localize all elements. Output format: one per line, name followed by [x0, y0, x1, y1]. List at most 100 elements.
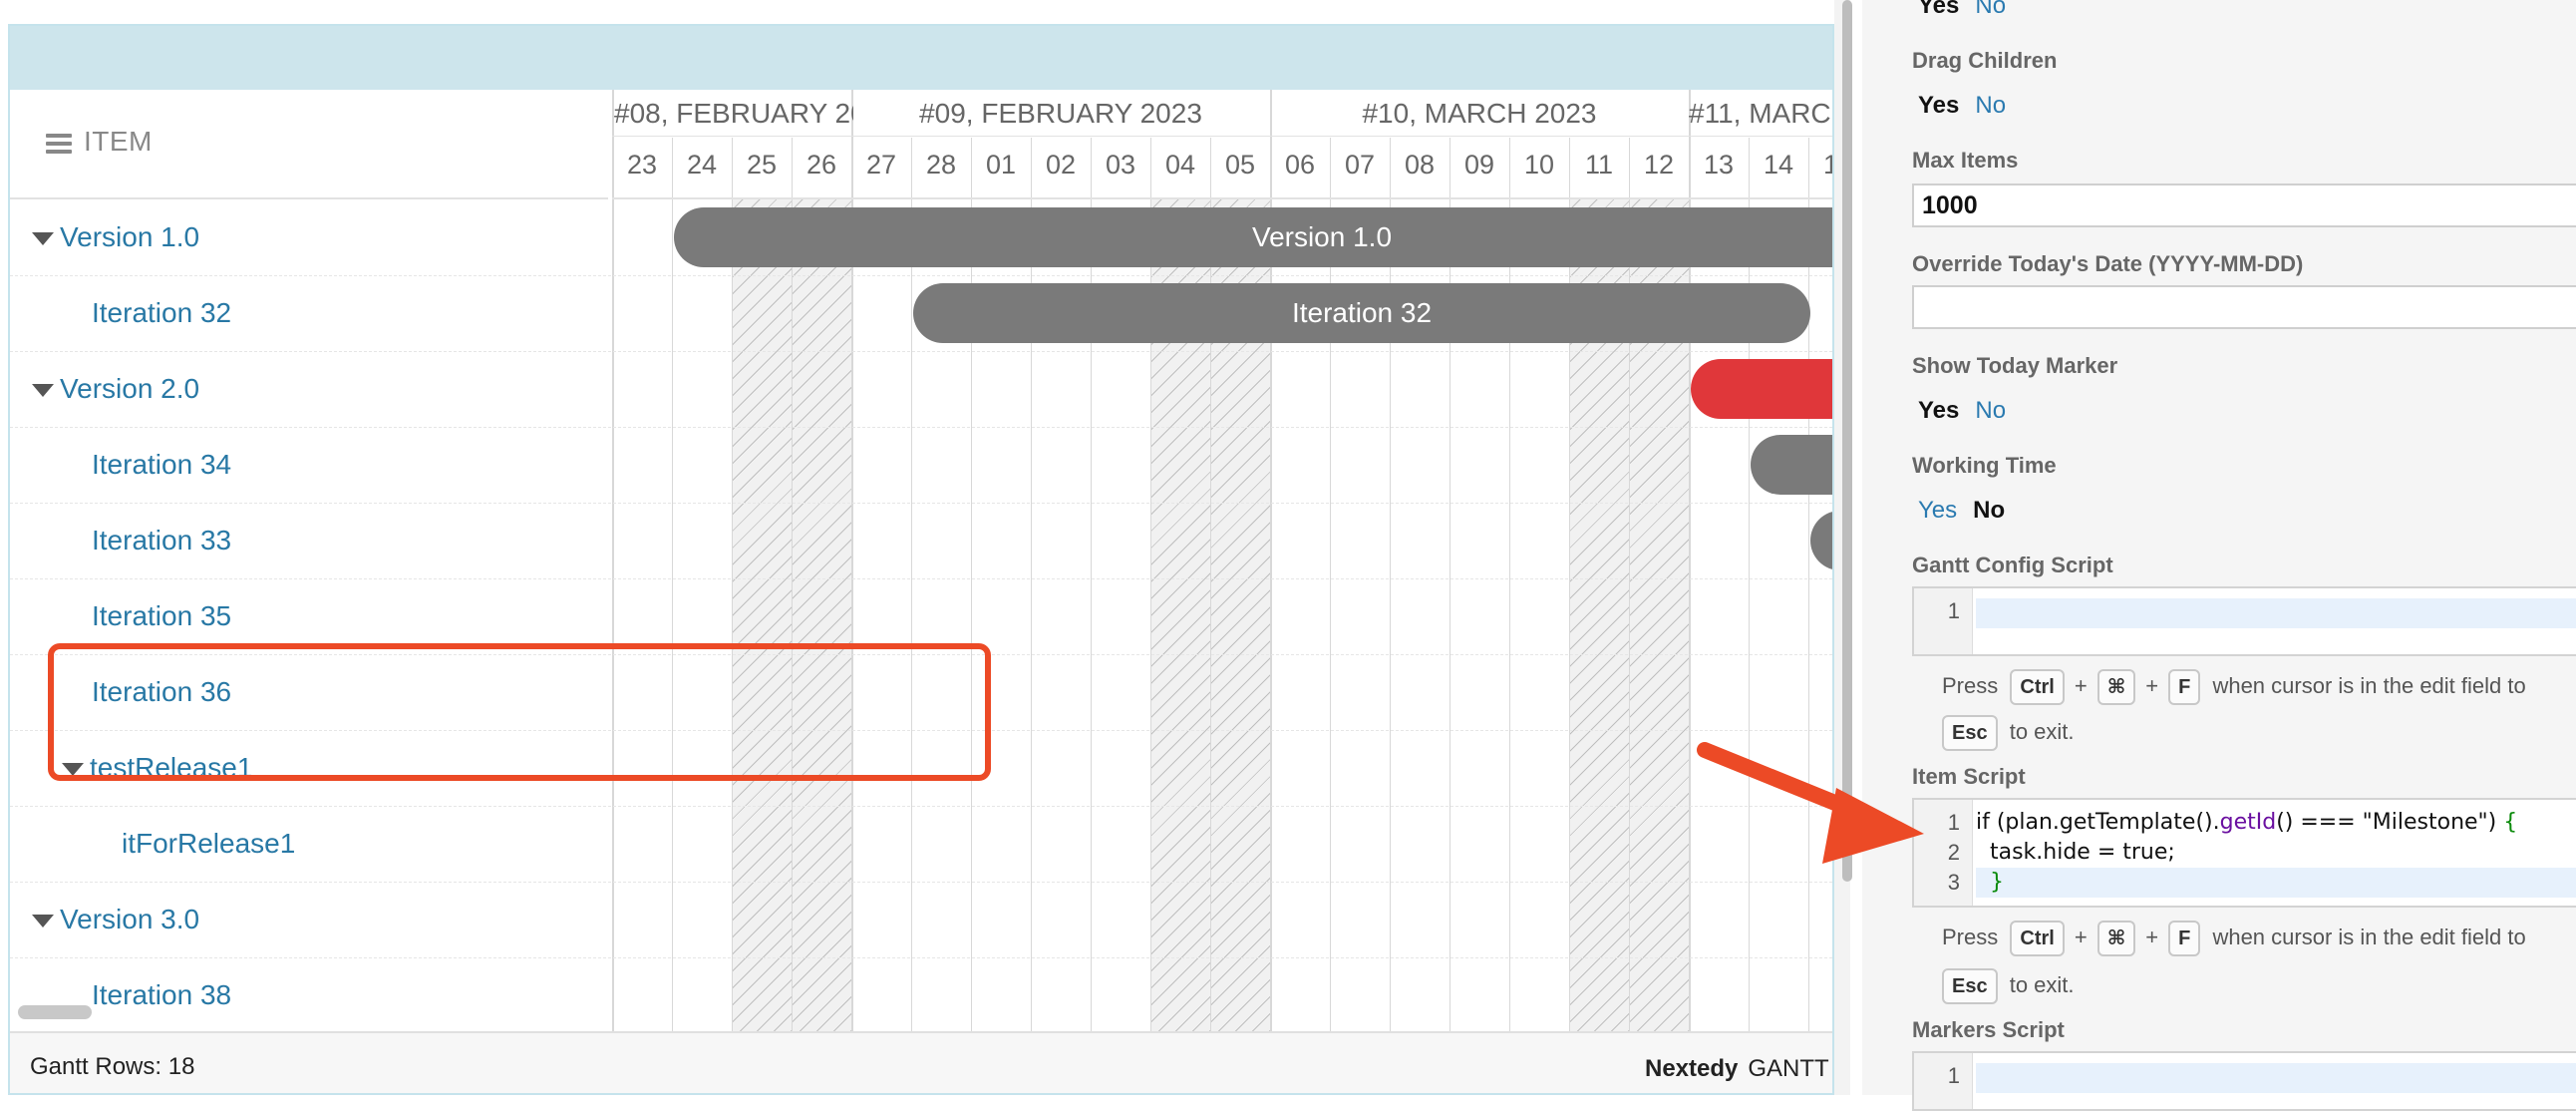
- gantt-tree-item[interactable]: Iteration 32: [92, 275, 231, 351]
- vertical-scrollbar-thumb[interactable]: [1842, 0, 1852, 882]
- cmd-key: ⌘: [2096, 921, 2136, 957]
- grid-column-line: [1449, 138, 1450, 1031]
- editor-hint-1-exit: Esc to exit.: [1942, 714, 2075, 752]
- gantt-task-bar[interactable]: [1751, 435, 1832, 495]
- show-today-marker-toggle: Yes No: [1918, 397, 2022, 425]
- week-header-label: #11, MARCH 2023: [1689, 98, 1832, 129]
- gantt-tree-item[interactable]: Iteration 34: [92, 427, 231, 503]
- tree-item-label[interactable]: Iteration 35: [92, 600, 231, 631]
- grid-column-line: [1569, 138, 1570, 1031]
- ctrl-key: Ctrl: [2010, 921, 2065, 957]
- grid-column-line: [1509, 138, 1510, 1031]
- esc-key: Esc: [1942, 968, 1998, 1005]
- override-date-input[interactable]: [1912, 285, 2576, 329]
- gantt-config-script-label: Gantt Config Script: [1912, 553, 2113, 577]
- line-number: 1: [1947, 598, 1960, 623]
- tree-item-label[interactable]: Iteration 33: [92, 525, 231, 556]
- f-key: F: [2168, 669, 2201, 706]
- day-header-label: 28: [925, 150, 957, 180]
- grid-column-line: [1629, 138, 1630, 1031]
- weekend-shading: [792, 199, 851, 1031]
- tree-item-label[interactable]: itForRelease1: [122, 828, 295, 859]
- item-script-label: Item Script: [1912, 764, 2026, 789]
- grid-column-line: [792, 138, 793, 1031]
- brand-text: GANTT: [1748, 1055, 1829, 1082]
- show-today-marker-yes[interactable]: Yes: [1918, 397, 1959, 424]
- expand-caret-icon[interactable]: [32, 384, 54, 398]
- brand-bold: Nextedy: [1645, 1055, 1739, 1082]
- plus-sign: +: [2074, 925, 2088, 949]
- horizontal-scrollbar[interactable]: [18, 1005, 92, 1019]
- week-separator: [612, 90, 614, 1031]
- esc-key: Esc: [1942, 715, 1998, 752]
- gantt-config-script-editor[interactable]: 1: [1912, 586, 2576, 656]
- tree-item-label[interactable]: Iteration 34: [92, 449, 231, 480]
- day-header-label: 12: [1643, 150, 1675, 180]
- working-time-no[interactable]: No: [1973, 497, 2005, 524]
- working-time-toggle: Yes No: [1918, 497, 2021, 525]
- plus-sign: +: [2145, 673, 2159, 698]
- top-yes-option[interactable]: Yes: [1918, 0, 1959, 19]
- week-header-label: #09, FEBRUARY 2023: [919, 98, 1202, 129]
- markers-script-editor[interactable]: 1: [1912, 1051, 2576, 1111]
- working-time-yes[interactable]: Yes: [1918, 497, 1957, 524]
- cmd-key: ⌘: [2096, 669, 2136, 706]
- top-no-option[interactable]: No: [1975, 0, 2006, 19]
- tree-item-label[interactable]: Version 1.0: [60, 221, 199, 252]
- gantt-tree-item[interactable]: Version 3.0: [32, 882, 199, 957]
- tree-item-label[interactable]: Version 3.0: [60, 904, 199, 934]
- day-header-label: 10: [1523, 150, 1555, 180]
- code-token: () === "Milestone"): [2276, 810, 2504, 835]
- show-today-marker-no[interactable]: No: [1975, 397, 2006, 424]
- day-header-label: 15: [1808, 150, 1832, 181]
- gantt-tree-item[interactable]: Version 2.0: [32, 351, 199, 427]
- grid-column-line: [911, 138, 912, 1031]
- highlight-rectangle: [48, 643, 991, 781]
- plus-sign: +: [2074, 673, 2088, 698]
- gantt-task-bar[interactable]: [1691, 359, 1832, 419]
- hint-when: when cursor is in the edit field to: [2212, 673, 2526, 698]
- code-token: if (plan.getTemplate().: [1976, 810, 2220, 835]
- item-script-editor[interactable]: 1 2 3 if (plan.getTemplate().getId() ===…: [1912, 798, 2576, 908]
- day-header-label: 09: [1463, 150, 1495, 180]
- drag-children-no[interactable]: No: [1975, 92, 2006, 119]
- expand-caret-icon[interactable]: [32, 915, 54, 928]
- tree-item-label[interactable]: Iteration 38: [92, 979, 231, 1010]
- hint-when: when cursor is in the edit field to: [2212, 925, 2526, 949]
- code-line: [1976, 1063, 2576, 1093]
- grid-column-line: [732, 138, 733, 1031]
- markers-script-label: Markers Script: [1912, 1017, 2065, 1042]
- line-number: 1: [1947, 1063, 1960, 1088]
- grid-column-line: [1091, 138, 1092, 1031]
- day-header-label: 13: [1703, 150, 1735, 180]
- day-header-label: 14: [1763, 150, 1794, 180]
- tree-item-label[interactable]: Version 2.0: [60, 373, 199, 404]
- max-items-input[interactable]: 1000: [1912, 184, 2576, 227]
- line-number: 3: [1947, 870, 1960, 895]
- week-header-label: #10, MARCH 2023: [1362, 98, 1597, 129]
- gantt-tree-item[interactable]: Version 1.0: [32, 199, 199, 275]
- grid-column-line: [1210, 138, 1211, 1031]
- settings-panel: Yes No Drag Children Yes No Max Items 1000…: [1862, 0, 2576, 1111]
- code-token-call: getId: [2219, 810, 2277, 835]
- gantt-tree-item[interactable]: Iteration 38: [92, 957, 231, 1033]
- tree-item-label[interactable]: Iteration 32: [92, 297, 231, 328]
- hint-exit: to exit.: [2009, 972, 2075, 997]
- day-header-label: 02: [1045, 150, 1077, 180]
- editor-hint-2: Press Ctrl + ⌘ + F when cursor is in the edi…: [1942, 920, 2526, 957]
- gantt-rows-count: Gantt Rows: 18: [30, 1053, 195, 1080]
- nextedy-brand: Nextedy GANTT: [1645, 1055, 1829, 1083]
- code-line-1: if (plan.getTemplate().getId() === "Mile…: [1976, 808, 2517, 838]
- drag-children-yes[interactable]: Yes: [1918, 92, 1959, 119]
- expand-caret-icon[interactable]: [32, 232, 54, 246]
- gantt-tree-item[interactable]: Iteration 33: [92, 503, 231, 578]
- gantt-task-bar[interactable]: Iteration 32: [913, 283, 1810, 343]
- gantt-task-bar[interactable]: [1810, 511, 1832, 570]
- day-header-label: 25: [746, 150, 778, 180]
- gantt-tree-item[interactable]: itForRelease1: [122, 806, 295, 882]
- grid-column-line: [1031, 138, 1032, 1031]
- grid-column-line: [672, 138, 673, 1031]
- gantt-task-bar[interactable]: Version 1.0: [674, 207, 1832, 267]
- line-number: 1: [1947, 810, 1960, 835]
- timeline-header-divider: [612, 136, 1832, 137]
